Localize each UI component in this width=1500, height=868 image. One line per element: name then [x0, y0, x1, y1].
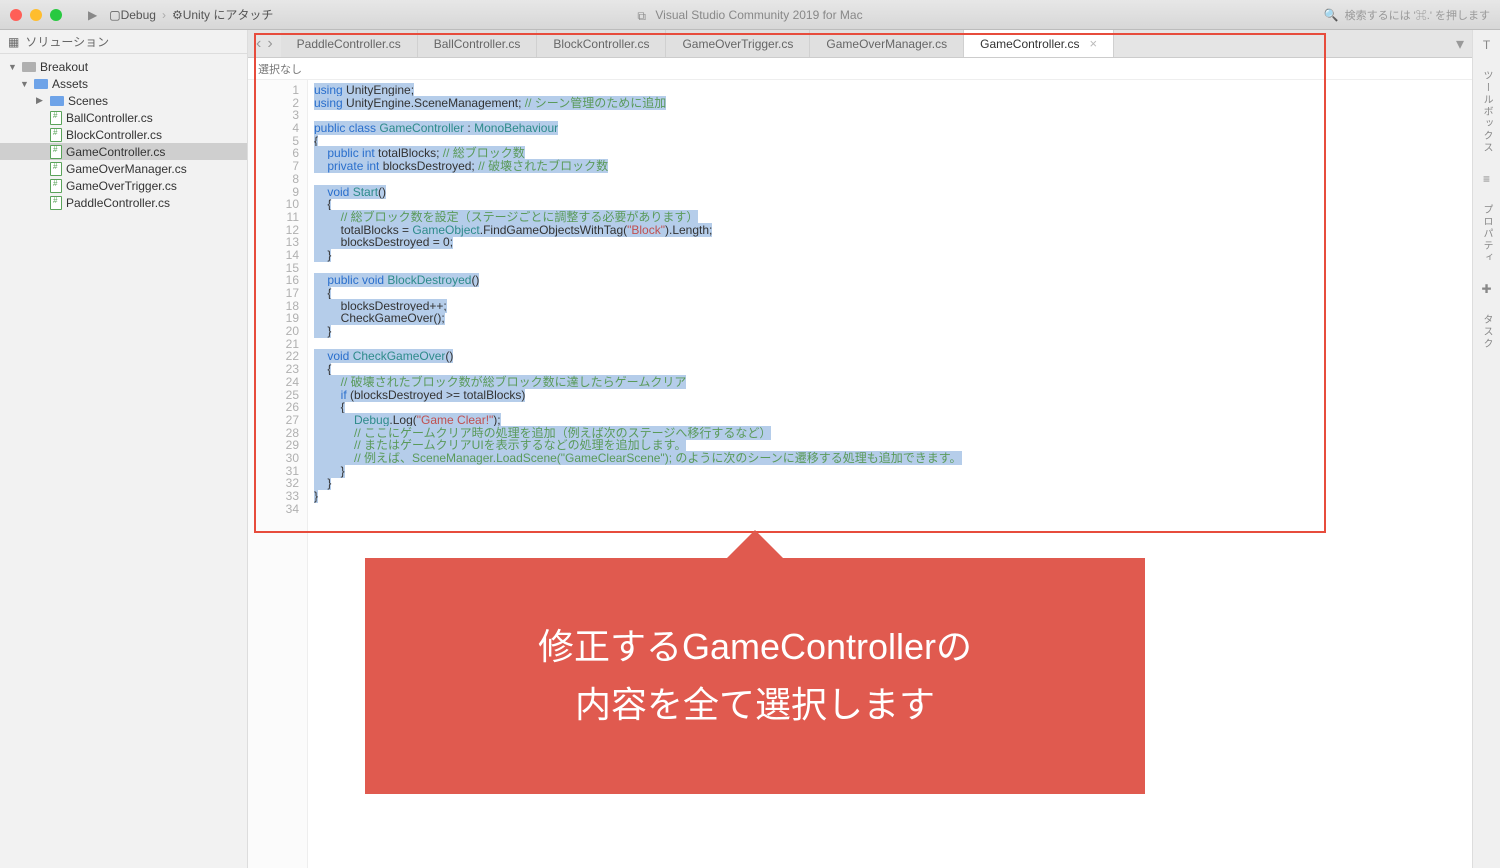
- tree-file[interactable]: GameOverTrigger.cs: [0, 177, 247, 194]
- editor-tab[interactable]: BlockController.cs: [537, 30, 666, 57]
- vs-logo-icon: ⧉: [637, 9, 649, 21]
- app-title: ⧉ Visual Studio Community 2019 for Mac: [637, 8, 862, 22]
- window-controls[interactable]: [10, 9, 62, 21]
- editor-tab[interactable]: GameOverTrigger.cs: [666, 30, 810, 57]
- config-target-icon: ▢: [109, 8, 120, 22]
- tree-root[interactable]: ▼Breakout: [0, 58, 247, 75]
- separator-icon: ›: [162, 8, 166, 22]
- toolbox-tab[interactable]: ツールボックス: [1479, 70, 1494, 154]
- callout-line2: 内容を全て選択します: [575, 676, 935, 734]
- solution-explorer: ▦ ソリューション ▼Breakout▼Assets▶ScenesBallCon…: [0, 30, 248, 868]
- tab-strip: ‹ › PaddleController.csBallController.cs…: [248, 30, 1472, 58]
- panel-icon: ▦: [8, 35, 19, 49]
- properties-tab[interactable]: プロパティ: [1479, 204, 1494, 264]
- tasks-tab[interactable]: タスク: [1479, 314, 1494, 350]
- minimize-window-icon[interactable]: [30, 9, 42, 21]
- run-button-icon[interactable]: ▶: [88, 8, 97, 22]
- tasks-icon[interactable]: ✚: [1481, 282, 1491, 296]
- nav-back-icon[interactable]: ‹: [256, 35, 261, 53]
- debug-config[interactable]: Debug: [121, 8, 156, 22]
- solution-header: ▦ ソリューション: [0, 30, 247, 54]
- editor-tab[interactable]: PaddleController.cs: [281, 30, 418, 57]
- close-tab-icon[interactable]: ×: [1089, 36, 1097, 51]
- search-icon[interactable]: 🔍: [1324, 8, 1339, 22]
- close-window-icon[interactable]: [10, 9, 22, 21]
- tree-file[interactable]: BlockController.cs: [0, 126, 247, 143]
- unity-attach-icon: ⚙: [172, 8, 183, 22]
- editor-tab[interactable]: GameOverManager.cs: [810, 30, 964, 57]
- unity-attach-label[interactable]: Unity にアタッチ: [183, 6, 274, 23]
- tree-file[interactable]: GameController.cs: [0, 143, 247, 160]
- right-rail: T ツールボックス ≡ プロパティ ✚ タスク: [1472, 30, 1500, 868]
- editor-tab[interactable]: BallController.cs: [418, 30, 538, 57]
- tab-overflow-icon[interactable]: ▾: [1448, 30, 1472, 57]
- tree-file[interactable]: BallController.cs: [0, 109, 247, 126]
- tree-file[interactable]: PaddleController.cs: [0, 194, 247, 211]
- nav-forward-icon[interactable]: ›: [267, 35, 272, 53]
- breadcrumb[interactable]: 選択なし: [248, 58, 1472, 80]
- tree-scenes[interactable]: ▶Scenes: [0, 92, 247, 109]
- tree-assets[interactable]: ▼Assets: [0, 75, 247, 92]
- titlebar: ▶ ▢ Debug › ⚙ Unity にアタッチ ⧉ Visual Studi…: [0, 0, 1500, 30]
- search-hint: 検索するには '⌘.' を押します: [1345, 7, 1490, 23]
- properties-icon[interactable]: ≡: [1483, 172, 1490, 186]
- maximize-window-icon[interactable]: [50, 9, 62, 21]
- editor-tab[interactable]: GameController.cs×: [964, 30, 1114, 57]
- toolbox-icon[interactable]: T: [1483, 38, 1490, 52]
- callout-line1: 修正するGameControllerの: [538, 618, 972, 676]
- tree-file[interactable]: GameOverManager.cs: [0, 160, 247, 177]
- annotation-callout: 修正するGameControllerの 内容を全て選択します: [365, 558, 1145, 794]
- line-gutter: 1234567891011121314151617181920212223242…: [248, 80, 308, 868]
